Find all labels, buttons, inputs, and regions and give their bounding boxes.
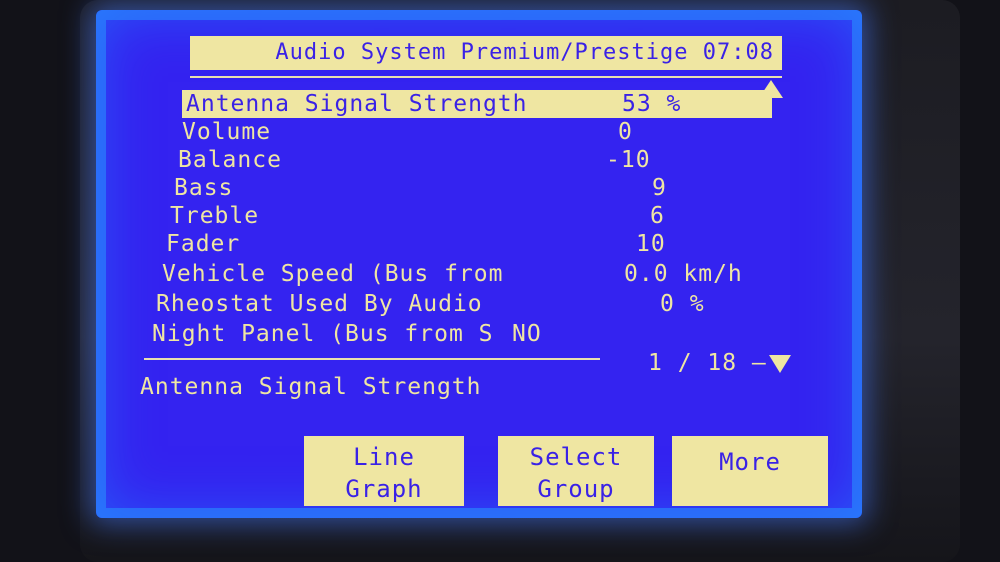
line-graph-label-line1: Line [353,442,415,471]
param-row-bass[interactable]: Bass 9 [170,174,760,202]
param-value: 6 [650,203,665,229]
footer-divider [144,358,600,360]
param-label: Treble [170,203,260,229]
select-group-label-line1: Select [529,442,623,471]
param-row-fader[interactable]: Fader 10 [162,230,752,258]
scroll-down-icon[interactable] [768,354,791,373]
param-row-treble[interactable]: Treble 6 [166,202,756,230]
param-label: Rheostat Used By Audio [156,291,483,317]
select-group-label-line2: Group [537,474,615,503]
param-value: NO [512,321,542,347]
param-row-volume[interactable]: Volume 0 [178,118,768,146]
param-row-rheostat[interactable]: Rheostat Used By Audio 0 % [152,290,742,318]
page-indicator-text: 1 / 18 – [648,350,767,376]
param-value: 0 % [660,291,705,317]
header-divider [190,76,782,78]
diagnostic-screen: Audio System Premium/Prestige 07:08 Ante… [96,10,862,518]
param-label: Volume [182,119,272,145]
param-value: 0.0 km/h [624,261,743,287]
param-value: 10 [636,231,666,257]
param-label: Balance [178,147,282,173]
param-row-vehicle-speed[interactable]: Vehicle Speed (Bus from 0.0 km/h [158,260,748,288]
select-group-button[interactable]: Select Group [498,436,654,506]
screen-title: Audio System Premium/Prestige 07:08 [190,36,782,70]
line-graph-label-line2: Graph [345,474,423,503]
more-label: More [719,448,781,476]
param-label: Fader [166,231,241,257]
selected-param-description: Antenna Signal Strength [140,374,482,400]
param-label: Bass [174,175,234,201]
param-label: Night Panel (Bus from S [152,321,494,347]
param-row-antenna-signal-strength[interactable]: Antenna Signal Strength 53 % [182,90,772,118]
param-label: Vehicle Speed (Bus from [162,261,504,287]
more-button[interactable]: More [672,436,828,506]
param-value: 0 [618,119,633,145]
param-value: 53 % [622,91,682,117]
param-label: Antenna Signal Strength [186,91,528,117]
page-indicator: 1 / 18 – [648,348,791,378]
line-graph-button[interactable]: Line Graph [304,436,464,506]
param-value: -10 [606,147,651,173]
param-value: 9 [652,175,667,201]
param-row-balance[interactable]: Balance -10 [174,146,764,174]
param-row-night-panel[interactable]: Night Panel (Bus from S NO [148,320,738,348]
